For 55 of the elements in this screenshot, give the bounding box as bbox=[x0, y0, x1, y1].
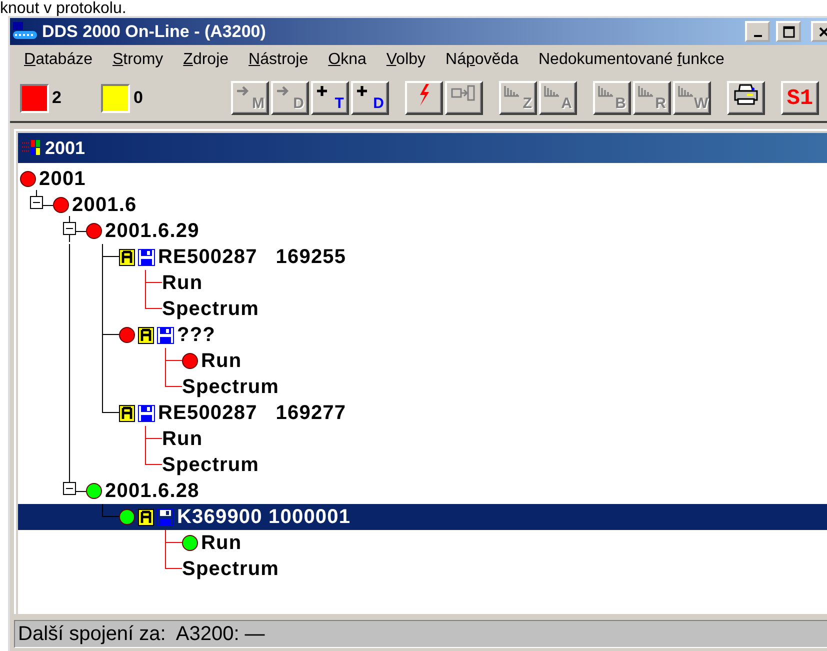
printer-icon bbox=[732, 83, 759, 107]
plus-button[interactable]: D bbox=[350, 81, 389, 115]
window-title: DDS 2000 On-Line - (A3200) bbox=[42, 22, 267, 42]
tree-window-icon bbox=[21, 138, 41, 158]
close-icon bbox=[818, 26, 827, 38]
menu-item[interactable]: Nástroje bbox=[238, 48, 318, 72]
tag-icon bbox=[138, 326, 154, 344]
minimize-button[interactable] bbox=[745, 21, 770, 42]
tree-item[interactable]: ??? bbox=[119, 322, 827, 348]
menu-item[interactable]: Nápověda bbox=[436, 48, 528, 72]
plus-icon bbox=[356, 85, 368, 97]
tag-icon bbox=[119, 248, 135, 266]
tree-item[interactable]: 2001.6 bbox=[30, 192, 827, 218]
menu-item[interactable]: Zdroje bbox=[173, 48, 239, 72]
caption-text: knout v protokolu. bbox=[0, 0, 126, 16]
print-button[interactable] bbox=[726, 81, 765, 115]
menu-item[interactable]: Volby bbox=[376, 48, 436, 72]
tree-item[interactable]: Run bbox=[162, 426, 827, 452]
maximize-icon bbox=[782, 26, 794, 38]
histogram-icon bbox=[544, 85, 560, 97]
collapse-icon[interactable] bbox=[63, 216, 76, 242]
tree-item[interactable]: Spectrum bbox=[182, 556, 827, 582]
histogram-icon bbox=[504, 85, 520, 97]
menu-item[interactable]: Databáze bbox=[14, 48, 102, 72]
tree-item[interactable]: K369900 1000001 bbox=[119, 504, 827, 530]
tree-item[interactable]: 2001.6.29 bbox=[63, 218, 827, 244]
histogram-icon bbox=[598, 85, 614, 97]
histogram-icon bbox=[678, 85, 694, 97]
histogram-icon bbox=[638, 85, 654, 97]
tree-item[interactable]: Run bbox=[162, 270, 827, 296]
minimize-icon bbox=[754, 34, 762, 36]
maximize-button[interactable] bbox=[776, 21, 801, 42]
menu-item[interactable]: Okna bbox=[318, 48, 376, 72]
connector-icon bbox=[450, 83, 478, 103]
document-title: 2001 bbox=[45, 138, 86, 158]
tag-icon bbox=[119, 404, 135, 422]
count-label: 2 bbox=[52, 88, 62, 108]
lightning-button[interactable] bbox=[404, 81, 443, 115]
count-label: 0 bbox=[133, 88, 143, 108]
tag-icon bbox=[138, 508, 154, 526]
tree-item[interactable]: RE500287 169277 bbox=[119, 400, 827, 426]
tree-item[interactable]: 2001 bbox=[20, 166, 827, 192]
tree-item[interactable]: Spectrum bbox=[182, 374, 827, 400]
plus-icon bbox=[316, 85, 328, 97]
connector-line bbox=[102, 504, 119, 517]
tree-item[interactable]: Spectrum bbox=[162, 296, 827, 322]
tree-item[interactable]: RE500287 169255 bbox=[119, 244, 827, 270]
menu-item[interactable]: Stromy bbox=[102, 48, 174, 72]
tree-item[interactable]: 2001.6.28 bbox=[63, 478, 827, 504]
tree-item[interactable]: Run bbox=[182, 348, 827, 374]
status-bar: Další spojení za: A3200: — bbox=[14, 620, 827, 648]
plus-button[interactable]: T bbox=[310, 81, 349, 115]
tree-item[interactable]: Spectrum bbox=[162, 452, 827, 478]
tree-item[interactable]: Run bbox=[182, 530, 827, 556]
menu-item[interactable]: Nedokumentované funkce bbox=[528, 48, 734, 72]
